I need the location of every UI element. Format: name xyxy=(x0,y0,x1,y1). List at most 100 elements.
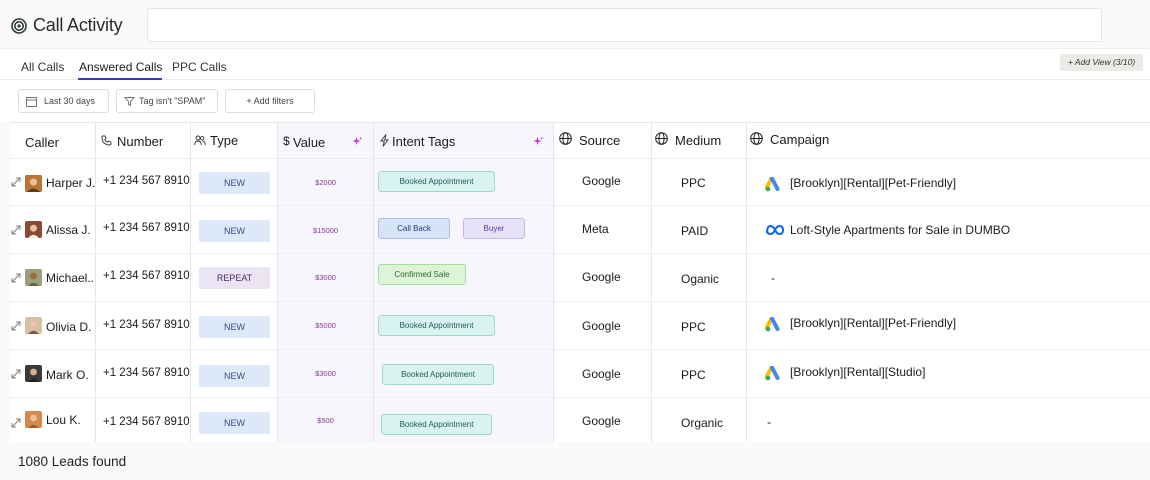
globe-icon xyxy=(750,132,763,145)
google-ads-icon xyxy=(765,317,780,332)
caller-name[interactable]: Alissa J. xyxy=(46,223,91,237)
type-badge: NEW xyxy=(199,316,270,338)
phone-number[interactable]: +1 234 567 8910 xyxy=(103,367,190,379)
expand-icon[interactable] xyxy=(11,273,21,283)
type-badge: NEW xyxy=(199,172,270,194)
campaign-name: - xyxy=(771,271,775,285)
source-value: Google xyxy=(582,319,621,333)
meta-icon xyxy=(766,224,785,236)
date-filter-label: Last 30 days xyxy=(44,96,96,106)
column-header-intent-tags[interactable]: Intent Tags xyxy=(374,123,553,158)
add-filters-button[interactable]: + Add filters xyxy=(225,89,315,113)
phone-number[interactable]: +1 234 567 8910 xyxy=(103,416,190,428)
medium-value: PPC xyxy=(681,176,706,190)
table-row[interactable]: Harper J. +1 234 567 8910 NEW $2000 Book… xyxy=(10,158,1150,206)
intent-tag-booked-appointment[interactable]: Booked Appointment xyxy=(378,315,495,336)
dollar-icon: $ xyxy=(283,134,290,148)
avatar xyxy=(25,269,42,286)
medium-value: Organic xyxy=(681,416,724,430)
target-logo-icon xyxy=(11,18,27,34)
intent-tag-call-back[interactable]: Call Back xyxy=(378,218,450,239)
campaign-name[interactable]: [Brooklyn][Rental][Studio] xyxy=(790,365,925,379)
column-header-number[interactable]: Number xyxy=(96,123,190,158)
expand-icon[interactable] xyxy=(11,321,21,331)
phone-number[interactable]: +1 234 567 8910 xyxy=(103,175,190,187)
add-view-button[interactable]: + Add View (3/10) xyxy=(1060,54,1143,71)
expand-icon[interactable] xyxy=(11,225,21,235)
calendar-icon xyxy=(26,97,37,107)
type-badge: NEW xyxy=(199,412,270,434)
intent-tag-booked-appointment[interactable]: Booked Appointment xyxy=(378,171,495,192)
expand-icon[interactable] xyxy=(11,418,21,428)
tag-filter-label: Tag isn't "SPAM" xyxy=(139,96,206,106)
column-header-caller[interactable]: Caller xyxy=(10,123,95,158)
value-amount: $3000 xyxy=(315,273,336,282)
globe-icon xyxy=(655,132,668,145)
filter-bar: Last 30 days Tag isn't "SPAM" + Add filt… xyxy=(0,80,1150,122)
column-header-value[interactable]: $ Value xyxy=(278,123,373,158)
intent-tag-booked-appointment[interactable]: Booked Appointment xyxy=(381,414,492,435)
avatar xyxy=(25,411,42,428)
phone-number[interactable]: +1 234 567 8910 xyxy=(103,319,190,331)
caller-name[interactable]: Olivia D. xyxy=(46,320,91,334)
source-value: Google xyxy=(582,174,621,188)
caller-name[interactable]: Lou K. xyxy=(46,413,81,427)
calls-table: Caller Number Type $ Value Intent Tags S… xyxy=(10,122,1150,442)
expand-icon[interactable] xyxy=(11,177,21,187)
users-icon xyxy=(194,135,206,146)
medium-value: PAID xyxy=(681,224,709,238)
medium-value: PPC xyxy=(681,320,706,334)
caller-name[interactable]: Harper J. xyxy=(46,176,95,190)
view-tabs: All Calls Answered Calls PPC Calls + Add… xyxy=(0,48,1150,80)
value-amount: $2000 xyxy=(315,178,336,187)
sparkle-icon[interactable] xyxy=(352,136,363,147)
avatar xyxy=(25,317,42,334)
avatar xyxy=(25,221,42,238)
globe-icon xyxy=(559,132,572,145)
column-header-source[interactable]: Source xyxy=(554,123,651,158)
type-badge: REPEAT xyxy=(199,267,270,289)
tab-answered-calls[interactable]: Answered Calls xyxy=(79,60,162,74)
sparkle-icon[interactable] xyxy=(533,136,544,147)
app-header: Call Activity xyxy=(0,0,1150,48)
column-header-campaign[interactable]: Campaign xyxy=(747,123,1147,158)
campaign-name[interactable]: [Brooklyn][Rental][Pet-Friendly] xyxy=(790,316,956,330)
table-row[interactable]: Olivia D. +1 234 567 8910 NEW $5000 Book… xyxy=(10,302,1150,350)
medium-value: Oganic xyxy=(681,272,720,286)
date-filter-button[interactable]: Last 30 days xyxy=(18,89,109,113)
value-amount: $500 xyxy=(317,416,334,425)
intent-tag-confirmed-sale[interactable]: Confirmed Sale xyxy=(378,264,466,285)
phone-number[interactable]: +1 234 567 8910 xyxy=(103,270,190,282)
table-row[interactable]: Lou K. +1 234 567 8910 NEW $500 Booked A… xyxy=(10,398,1150,442)
leads-count: 1080 Leads found xyxy=(18,454,127,469)
tab-ppc-calls[interactable]: PPC Calls xyxy=(172,60,227,74)
page-title: Call Activity xyxy=(33,15,123,35)
type-badge: NEW xyxy=(199,365,270,387)
caller-name[interactable]: Michael.. xyxy=(46,271,94,285)
funnel-icon xyxy=(124,97,135,107)
phone-number[interactable]: +1 234 567 8910 xyxy=(103,222,190,234)
source-value: Google xyxy=(582,414,621,428)
expand-icon[interactable] xyxy=(11,369,21,379)
tag-filter-button[interactable]: Tag isn't "SPAM" xyxy=(116,89,218,113)
avatar xyxy=(25,365,42,382)
google-ads-icon xyxy=(765,177,780,192)
caller-name[interactable]: Mark O. xyxy=(46,368,89,382)
table-row[interactable]: Mark O. +1 234 567 8910 NEW $3000 Booked… xyxy=(10,350,1150,398)
campaign-name[interactable]: [Brooklyn][Rental][Pet-Friendly] xyxy=(790,176,956,190)
value-amount: $15000 xyxy=(312,226,339,235)
avatar xyxy=(25,175,42,192)
source-value: Google xyxy=(582,367,621,381)
column-header-medium[interactable]: Medium xyxy=(652,123,746,158)
table-row[interactable]: Alissa J. +1 234 567 8910 NEW $15000 Cal… xyxy=(10,206,1150,254)
search-input[interactable] xyxy=(147,8,1102,42)
tab-all-calls[interactable]: All Calls xyxy=(21,60,64,74)
intent-tag-buyer[interactable]: Buyer xyxy=(463,218,525,239)
type-badge: NEW xyxy=(199,220,270,242)
column-header-type[interactable]: Type xyxy=(191,123,277,158)
campaign-name: - xyxy=(767,415,771,429)
medium-value: PPC xyxy=(681,368,706,382)
intent-tag-booked-appointment[interactable]: Booked Appointment xyxy=(382,364,494,385)
table-row[interactable]: Michael.. +1 234 567 8910 REPEAT $3000 C… xyxy=(10,254,1150,302)
campaign-name[interactable]: Loft-Style Apartments for Sale in DUMBO xyxy=(790,223,1010,237)
